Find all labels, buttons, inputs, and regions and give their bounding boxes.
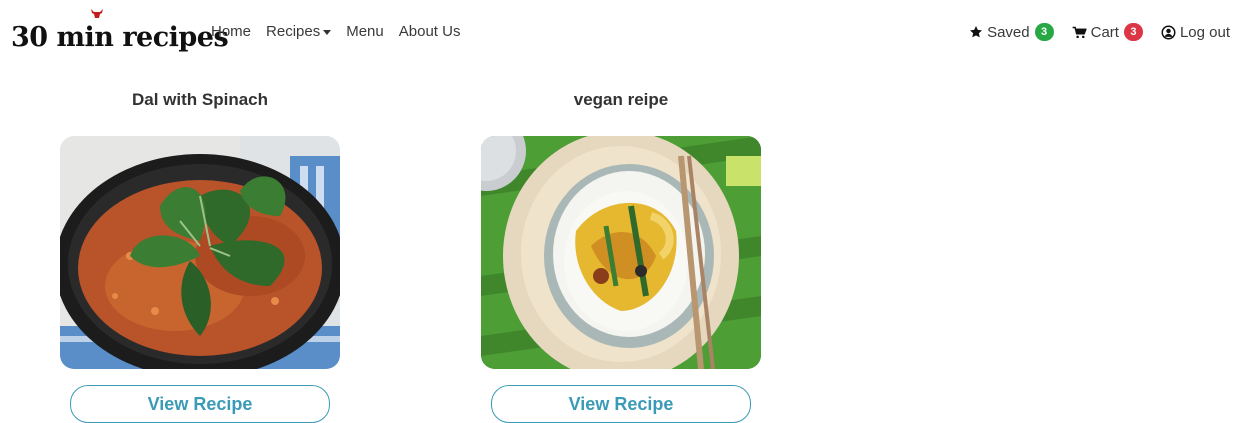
brand-logo[interactable]: 30 min recipes — [11, 8, 229, 58]
recipe-card: vegan reipe View Recipe — [481, 88, 761, 423]
cart-link[interactable]: Cart 3 — [1072, 23, 1143, 41]
caret-down-icon — [323, 29, 332, 35]
main-nav: Home Recipes Menu About Us — [211, 23, 475, 40]
nav-about[interactable]: About Us — [399, 23, 461, 40]
cart-icon — [1072, 26, 1087, 38]
view-recipe-button[interactable]: View Recipe — [70, 385, 330, 423]
saved-count-badge: 3 — [1034, 23, 1054, 41]
recipe-title: Dal with Spinach — [131, 90, 269, 109]
user-circle-icon — [1161, 25, 1176, 39]
nav-home[interactable]: Home — [211, 23, 251, 40]
nav-recipes-dropdown[interactable]: Recipes — [266, 23, 332, 40]
cart-count-badge: 3 — [1123, 23, 1143, 41]
logout-link[interactable]: Log out — [1161, 24, 1230, 41]
user-nav: Saved 3 Cart 3 Log out — [951, 23, 1230, 41]
vegan-curry-photo — [481, 136, 761, 369]
recipe-title: vegan reipe — [573, 90, 669, 109]
recipe-image[interactable] — [481, 136, 761, 369]
recipe-image[interactable] — [60, 136, 340, 369]
view-recipe-button[interactable]: View Recipe — [491, 385, 751, 423]
cart-label: Cart — [1090, 23, 1119, 41]
brand-name: 30 min recipes — [11, 22, 229, 53]
star-icon — [970, 26, 983, 38]
saved-label: Saved — [987, 23, 1030, 41]
nav-menu[interactable]: Menu — [346, 23, 384, 40]
saved-link[interactable]: Saved 3 — [969, 23, 1054, 41]
nav-recipes-label: Recipes — [266, 23, 321, 40]
dal-spinach-photo — [60, 136, 340, 369]
recipe-card: Dal with Spinach View Recipe — [60, 88, 340, 423]
bull-logo-icon — [91, 9, 103, 18]
logout-label: Log out — [1179, 23, 1230, 41]
navbar: 30 min recipes Home Recipes Menu About U… — [0, 0, 1243, 66]
